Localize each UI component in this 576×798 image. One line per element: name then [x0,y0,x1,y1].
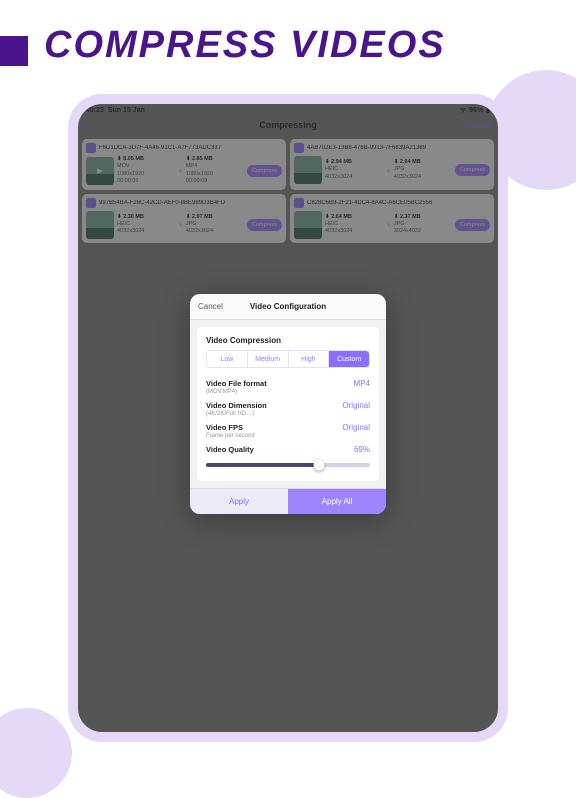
file-format-value: MP4 [354,379,370,388]
seg-custom[interactable]: Custom [329,351,369,367]
row-dimension[interactable]: Video Dimension(4K/2K/Full HD…) Original [206,398,370,420]
video-configuration-sheet: Cancel Video Configuration Video Compres… [190,294,386,514]
apply-all-button[interactable]: Apply All [288,489,386,514]
row-fps[interactable]: Video FPSFrame per second Original [206,420,370,442]
cancel-button[interactable]: Cancel [190,302,231,311]
section-label: Video Compression [206,336,370,345]
slider-track [206,463,370,467]
seg-medium[interactable]: Medium [248,351,289,367]
sheet-body: Video Compression LowMediumHighCustom Vi… [197,327,379,481]
slider-fill [206,463,319,467]
modal-overlay[interactable]: Cancel Video Configuration Video Compres… [78,104,498,732]
slider-thumb[interactable] [314,460,325,471]
row-file-format[interactable]: Video File format(MOV,MP4) MP4 [206,376,370,398]
quality-slider[interactable] [206,460,370,470]
sheet-title: Video Configuration [250,302,326,311]
hero-title: COMPRESS VIDEOS [44,24,446,67]
sheet-header: Cancel Video Configuration [190,294,386,320]
row-quality: Video Quality 69% [206,442,370,457]
fps-value: Original [342,423,370,432]
seg-high[interactable]: High [289,351,330,367]
apply-button[interactable]: Apply [190,489,288,514]
hero-accent-bar [0,36,28,66]
seg-low[interactable]: Low [207,351,248,367]
decorative-blob [0,708,72,798]
quality-value: 69% [354,445,370,454]
dimension-value: Original [342,401,370,410]
device-frame: 00:23 Sun 15 Jan ᯤ 96% ▮ ‹ Compressing S… [68,94,508,742]
sheet-buttons: Apply Apply All [190,488,386,514]
compression-segmented-control[interactable]: LowMediumHighCustom [206,350,370,368]
app-screen: 00:23 Sun 15 Jan ᯤ 96% ▮ ‹ Compressing S… [78,104,498,732]
